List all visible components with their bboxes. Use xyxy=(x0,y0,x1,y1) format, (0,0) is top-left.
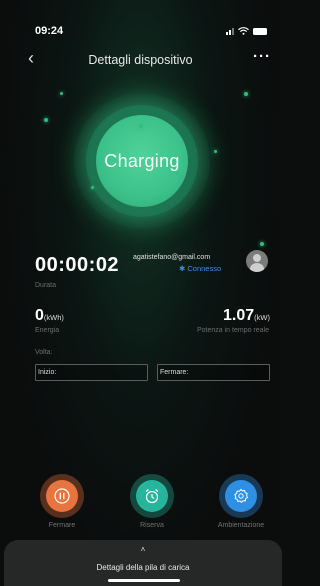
power-value: 1.07(kW) xyxy=(223,307,270,325)
stop-label: Fermare xyxy=(48,522,76,529)
gear-icon xyxy=(234,488,249,503)
charging-status-circle: Charging xyxy=(96,115,188,207)
energy-number: 0 xyxy=(35,307,44,324)
status-time: 09:24 xyxy=(35,25,64,37)
particle-dot xyxy=(214,150,217,153)
wifi-icon xyxy=(238,27,249,35)
chevron-up-icon: ˄ xyxy=(140,545,146,554)
signal-icon xyxy=(226,27,234,35)
connection-status: ✱ Connesso xyxy=(179,264,222,273)
schedule-label: Volta: xyxy=(35,349,53,356)
particle-dot xyxy=(176,172,179,175)
reserve-label: Riserva xyxy=(140,522,164,529)
status-icons xyxy=(226,27,267,35)
settings-button[interactable] xyxy=(219,474,263,518)
reserve-button[interactable] xyxy=(130,474,174,518)
settings-label: Ambientazione xyxy=(217,522,265,529)
start-time-field[interactable]: Inizio: xyxy=(35,364,148,381)
more-options-icon[interactable]: ··· xyxy=(253,48,271,65)
particle-dot xyxy=(91,186,94,189)
elapsed-time: 00:00:02 xyxy=(35,254,120,276)
energy-label: Energia xyxy=(35,327,60,334)
stop-button[interactable] xyxy=(40,474,84,518)
avatar[interactable] xyxy=(246,250,268,272)
battery-icon xyxy=(253,27,267,35)
home-indicator xyxy=(108,579,180,582)
particle-dot xyxy=(139,124,143,128)
user-email: agatistefano@gmail.com xyxy=(133,254,211,261)
particle-dot xyxy=(44,118,48,122)
energy-unit: (kWh) xyxy=(43,313,64,322)
particle-dot xyxy=(60,92,63,95)
energy-value: 0(kWh) xyxy=(35,307,64,325)
charger-details-label: Dettagli della pila di carica xyxy=(96,563,190,572)
status-bar: 09:24 xyxy=(0,0,281,40)
power-unit: (kW) xyxy=(254,313,270,322)
power-label: Potenza in tempo reale xyxy=(197,327,269,334)
charging-status-text: Charging xyxy=(104,150,180,171)
alarm-clock-icon xyxy=(145,489,159,504)
header: ‹ Dettagli dispositivo ··· xyxy=(0,48,281,74)
pause-icon xyxy=(54,488,70,504)
particle-dot xyxy=(260,242,264,246)
page-title: Dettagli dispositivo xyxy=(88,53,193,67)
charger-details-sheet[interactable]: ˄ Dettagli della pila di carica xyxy=(4,540,282,586)
stop-time-field[interactable]: Fermare: xyxy=(157,364,270,381)
power-number: 1.07 xyxy=(223,307,255,324)
elapsed-label: Durata xyxy=(35,282,57,289)
particle-dot xyxy=(244,92,248,96)
